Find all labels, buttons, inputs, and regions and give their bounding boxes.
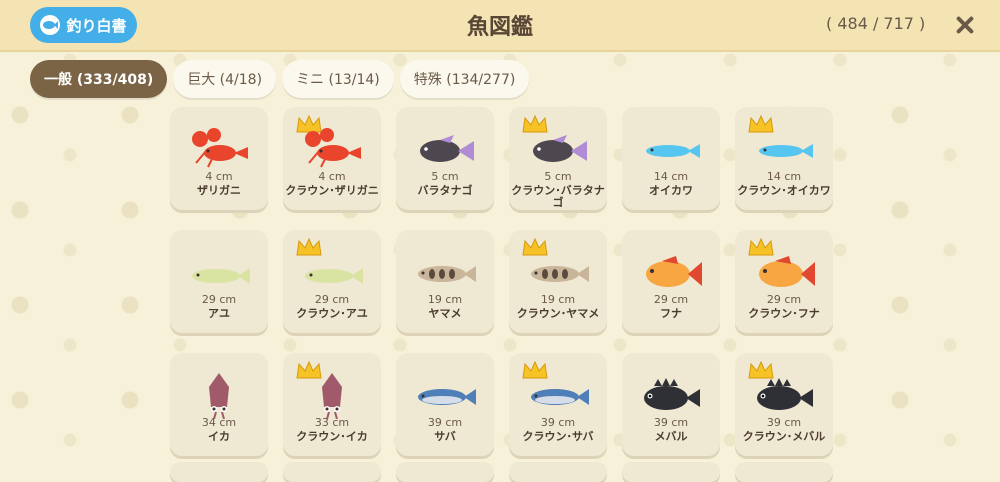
fish-name: クラウン･バラタナゴ bbox=[511, 184, 605, 209]
fish-size: 5 cm bbox=[431, 170, 459, 183]
rockfish-icon bbox=[749, 371, 819, 419]
mackerel-icon bbox=[523, 371, 593, 419]
fish-card[interactable]: 14 cm オイカワ bbox=[622, 107, 720, 210]
bitterling-icon bbox=[410, 125, 480, 173]
fish-card[interactable]: 39 cm サバ bbox=[396, 353, 494, 456]
fish-card[interactable] bbox=[170, 462, 268, 482]
fish-name: クラウン･フナ bbox=[748, 307, 820, 320]
fish-card[interactable]: 33 cm クラウン･イカ bbox=[283, 353, 381, 456]
fish-card[interactable]: 34 cm イカ bbox=[170, 353, 268, 456]
fish-name: クラウン･イカ bbox=[296, 430, 368, 443]
tab-0[interactable]: 一般 (333/408) bbox=[30, 60, 168, 98]
ayu-icon bbox=[184, 248, 254, 296]
fish-card[interactable]: 5 cm クラウン･バラタナゴ bbox=[509, 107, 607, 210]
fish-name: サバ bbox=[434, 430, 456, 443]
carp-icon bbox=[636, 248, 706, 296]
fish-card[interactable] bbox=[283, 462, 381, 482]
fish-card[interactable]: 5 cm バラタナゴ bbox=[396, 107, 494, 210]
fish-card[interactable] bbox=[622, 462, 720, 482]
fish-size: 5 cm bbox=[544, 170, 572, 183]
fish-card[interactable] bbox=[735, 462, 833, 482]
fish-name: フナ bbox=[660, 307, 682, 320]
fish-size: 19 cm bbox=[427, 293, 463, 306]
fish-card[interactable]: 19 cm ヤマメ bbox=[396, 230, 494, 333]
crayfish-icon bbox=[297, 125, 367, 173]
fish-name: ザリガニ bbox=[197, 184, 241, 197]
fish-size: 14 cm bbox=[766, 170, 802, 183]
fish-size: 14 cm bbox=[653, 170, 689, 183]
fish-card[interactable]: 14 cm クラウン･オイカワ bbox=[735, 107, 833, 210]
fish-size: 39 cm bbox=[427, 416, 463, 429]
mackerel-icon bbox=[410, 371, 480, 419]
fish-name: オイカワ bbox=[649, 184, 693, 197]
close-icon[interactable] bbox=[950, 10, 980, 40]
crayfish-icon bbox=[184, 125, 254, 173]
fish-card[interactable]: 29 cm クラウン･アユ bbox=[283, 230, 381, 333]
trout-icon bbox=[523, 248, 593, 296]
fish-size: 4 cm bbox=[205, 170, 233, 183]
tab-3[interactable]: 特殊 (134/277) bbox=[399, 60, 530, 98]
fish-name: クラウン･メバル bbox=[742, 430, 826, 443]
fish-grid: 4 cm ザリガニ 4 cm クラウン･ザリガニ 5 cm バラタナゴ 5 cm クラウ… bbox=[170, 107, 833, 456]
fish-name: クラウン･アユ bbox=[296, 307, 368, 320]
ayu-icon bbox=[297, 248, 367, 296]
collection-count: ( 484 / 717 ) bbox=[826, 14, 926, 33]
fish-size: 29 cm bbox=[653, 293, 689, 306]
fish-name: アユ bbox=[208, 307, 230, 320]
fish-name: バラタナゴ bbox=[417, 184, 473, 197]
trout-icon bbox=[410, 248, 480, 296]
fish-size: 29 cm bbox=[201, 293, 237, 306]
fish-name: クラウン･オイカワ bbox=[737, 184, 831, 197]
fish-card[interactable]: 29 cm アユ bbox=[170, 230, 268, 333]
bitterling-icon bbox=[523, 125, 593, 173]
fish-card[interactable]: 4 cm ザリガニ bbox=[170, 107, 268, 210]
squid-icon bbox=[297, 371, 367, 420]
tab-2[interactable]: ミニ (13/14) bbox=[282, 60, 394, 98]
fish-card[interactable]: 19 cm クラウン･ヤマメ bbox=[509, 230, 607, 333]
header-bar: 釣り白書 魚図鑑 ( 484 / 717 ) bbox=[0, 0, 1000, 52]
fish-name: クラウン･ザリガニ bbox=[285, 184, 379, 197]
fish-card[interactable]: 39 cm メバル bbox=[622, 353, 720, 456]
rockfish-icon bbox=[636, 371, 706, 419]
fish-card[interactable] bbox=[509, 462, 607, 482]
fish-card[interactable]: 4 cm クラウン･ザリガニ bbox=[283, 107, 381, 210]
category-tabs: 一般 (333/408) 巨大 (4/18) ミニ (13/14) 特殊 (134/2… bbox=[30, 60, 530, 98]
fish-name: クラウン･サバ bbox=[522, 430, 594, 443]
carp-icon bbox=[749, 248, 819, 296]
minnow-icon bbox=[636, 125, 706, 173]
fish-size: 39 cm bbox=[653, 416, 689, 429]
next-row-partial bbox=[170, 462, 833, 482]
fish-size: 4 cm bbox=[318, 170, 346, 183]
squid-icon bbox=[184, 371, 254, 420]
fish-size: 39 cm bbox=[766, 416, 802, 429]
fish-card[interactable]: 29 cm フナ bbox=[622, 230, 720, 333]
tab-1[interactable]: 巨大 (4/18) bbox=[173, 60, 277, 98]
fish-size: 29 cm bbox=[766, 293, 802, 306]
fish-name: イカ bbox=[208, 430, 230, 443]
fish-card[interactable]: 39 cm クラウン･サバ bbox=[509, 353, 607, 456]
fish-name: クラウン･ヤマメ bbox=[516, 307, 600, 320]
fish-card[interactable]: 29 cm クラウン･フナ bbox=[735, 230, 833, 333]
fish-size: 39 cm bbox=[540, 416, 576, 429]
fish-size: 33 cm bbox=[314, 416, 350, 429]
fish-name: ヤマメ bbox=[428, 307, 462, 320]
fish-size: 19 cm bbox=[540, 293, 576, 306]
fish-name: メバル bbox=[654, 430, 688, 443]
fish-card[interactable] bbox=[396, 462, 494, 482]
fish-card[interactable]: 39 cm クラウン･メバル bbox=[735, 353, 833, 456]
fish-size: 34 cm bbox=[201, 416, 237, 429]
minnow-icon bbox=[749, 125, 819, 173]
fish-size: 29 cm bbox=[314, 293, 350, 306]
